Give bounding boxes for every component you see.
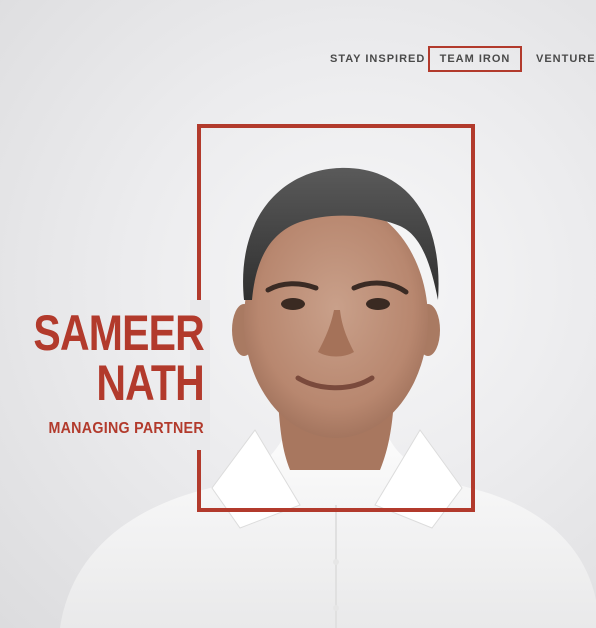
profile-last-name: NATH (96, 355, 204, 411)
nav-item-team-iron[interactable]: TEAM IRON (428, 46, 522, 72)
profile-name-block: SAMEER NATH MANAGING PARTNER (0, 305, 205, 438)
nav-item-stay-inspired[interactable]: STAY INSPIRED (330, 46, 425, 72)
top-nav: STAY INSPIRED TEAM IRON VENTURES (318, 46, 596, 72)
nav-item-ventures[interactable]: VENTURES (536, 46, 596, 72)
profile-title: MANAGING PARTNER (48, 420, 205, 437)
profile-first-name: SAMEER (33, 305, 205, 361)
portrait-frame (197, 124, 475, 512)
